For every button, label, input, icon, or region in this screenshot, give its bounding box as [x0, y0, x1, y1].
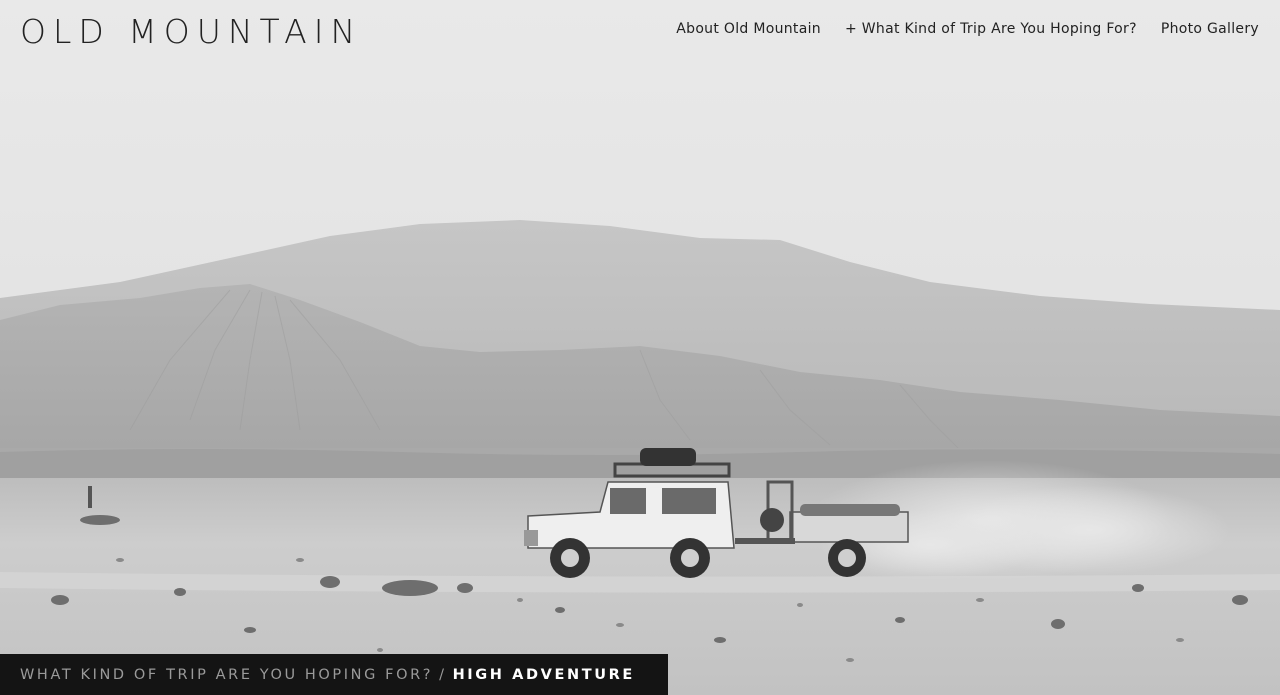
- nav-what-kind-of-trip[interactable]: + What Kind of Trip Are You Hoping For?: [845, 21, 1137, 37]
- breadcrumb-separator: /: [439, 666, 447, 683]
- hero-photo: [0, 0, 1280, 695]
- page: OLD MOUNTAIN About Old Mountain + What K…: [0, 0, 1280, 695]
- main-nav: About Old Mountain + What Kind of Trip A…: [676, 21, 1259, 37]
- nav-about-old-mountain[interactable]: About Old Mountain: [676, 21, 821, 37]
- breadcrumb-section[interactable]: What Kind of Trip Are You Hoping For?: [20, 667, 433, 683]
- breadcrumb-current: High Adventure: [452, 666, 635, 683]
- breadcrumb-caption: What Kind of Trip Are You Hoping For? / …: [0, 654, 668, 695]
- nav-photo-gallery[interactable]: Photo Gallery: [1161, 21, 1259, 37]
- site-title[interactable]: OLD MOUNTAIN: [20, 10, 362, 54]
